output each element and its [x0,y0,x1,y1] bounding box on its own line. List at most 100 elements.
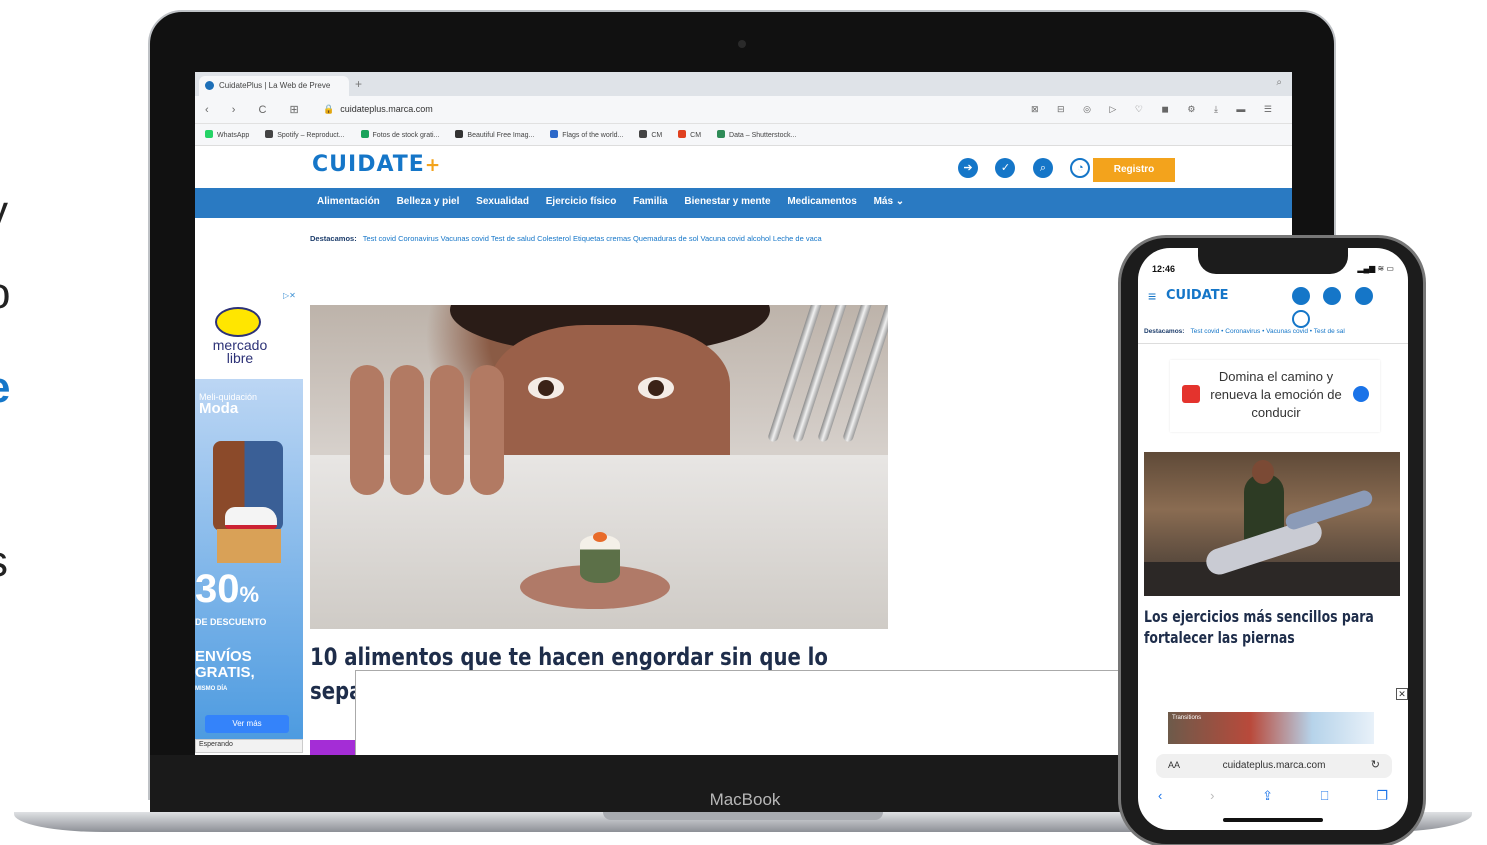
left-char: o [0,272,10,316]
phone-url-bar[interactable]: cuidateplus.marca.com AA ↻ [1156,754,1392,778]
phone-screen: 12:46 ▂▄▆ ≋ ▭ ≡ CUIDATE Destacamos: Test … [1138,248,1408,830]
share-icon[interactable]: ⇪ [1262,788,1273,804]
bookmark-icon [360,130,369,138]
nav-buttons[interactable]: ‹ › C ⊞ [205,103,309,116]
ad-text: Domina el camino y renueva la emoción de… [1210,369,1342,420]
extension-icons[interactable]: ⊠ ⊟ ◎ ▷ ♡ ◼ ⚙ ⤓ ▬ ☰ [1031,104,1280,115]
phone-logo[interactable]: CUIDATE [1166,288,1229,303]
tab-bar: CuidatePlus | La Web de Preve + ⌕ [195,72,1292,96]
ad-title: Meli-quidación Moda [199,392,258,417]
bookmarks-icon[interactable]: ⎕ [1321,788,1329,804]
sign-in-icon[interactable]: ➔ [958,158,978,178]
banner-text: Transitions [1172,715,1202,721]
browser-tab[interactable]: CuidatePlus | La Web de Preve [199,76,349,96]
laptop-notch [603,812,883,820]
box-image [217,529,281,563]
screenshot: y o e l s MacBook CuidatePlus | La Web d… [0,0,1487,845]
camera [738,40,746,48]
trending-label: Destacamos: [1144,328,1185,335]
phone-header: ≡ CUIDATE [1138,280,1408,328]
header-icons: ➔ ✓ ⌕ ◔ [958,158,1103,178]
signal-icons: ▂▄▆ ≋ ▭ [1357,264,1394,273]
trending-links[interactable]: Test covid • Coronavirus • Vacunas covid… [1190,328,1344,335]
phone-ad[interactable]: Domina el camino y renueva la emoción de… [1170,360,1380,432]
site-nav: Alimentación Belleza y piel Sexualidad E… [195,188,1292,218]
left-char: e [0,366,10,410]
phone-trending: Destacamos: Test covid • Coronavirus • Va… [1144,328,1345,335]
purple-bar [310,740,355,755]
tab-search-icon[interactable]: ⌕ [1276,77,1282,88]
check-icon[interactable]: ✓ [995,158,1016,178]
search-icon[interactable]: ⌕ [1032,158,1053,178]
ad-brand: mercado libre [212,337,268,366]
check-icon[interactable] [1323,287,1342,305]
hero-image[interactable] [310,305,888,629]
lock-icon: 🔒 [323,104,335,114]
nav-item-more[interactable]: Más ⌄ [874,196,905,207]
ad-banner[interactable]: ▷✕ mercado libre Meli-quidación Moda 30% … [195,287,303,755]
adchoices-icon[interactable]: ▷✕ [283,291,296,300]
left-char: s [0,540,8,584]
bookmark-icon [678,130,687,138]
search-icon[interactable] [1354,287,1373,305]
bookmark[interactable]: Beautiful Free Imag... [455,130,534,139]
phone-time: 12:46 [1152,264,1176,274]
bookmark[interactable]: WhatsApp [205,130,249,139]
article-image[interactable] [1144,452,1400,596]
bookmark[interactable]: Spotify – Reproduct... [265,130,345,139]
status-text: Esperando [195,739,303,753]
trending-bar: Destacamos: Test covid Coronavirus Vacuna… [310,234,822,243]
nav-item[interactable]: Medicamentos [787,196,856,207]
ad-arrow-icon[interactable] [1353,386,1369,402]
bookmark[interactable]: CM [639,130,662,139]
new-tab-button[interactable]: + [355,77,362,91]
menu-icon[interactable]: ≡ [1148,288,1156,304]
shoe-image [225,507,277,529]
back-icon[interactable]: ‹ [1158,788,1162,804]
phone-header-icons [1292,287,1408,333]
url-bar: ‹ › C ⊞ 🔒 cuidateplus.marca.com ⊠ ⊟ ◎ ▷ ♡… [195,96,1292,124]
tab-title: CuidatePlus | La Web de Preve [219,81,331,90]
tabs-icon[interactable]: ❐ [1376,788,1388,804]
trending-links[interactable]: Test covid Coronavirus Vacunas covid Tes… [363,234,822,243]
trending-label: Destacamos: [310,234,357,243]
phone-article-headline[interactable]: Los ejercicios más sencillos para fortal… [1144,606,1378,648]
user-icon[interactable] [1292,310,1310,328]
sign-in-icon[interactable] [1292,287,1310,305]
nav-item[interactable]: Belleza y piel [397,196,460,207]
address-field[interactable]: 🔒 cuidateplus.marca.com [323,104,433,115]
close-icon[interactable]: ✕ [1396,688,1408,700]
divider [1138,343,1408,344]
address-text: cuidateplus.marca.com [340,104,433,114]
register-button[interactable]: Registro [1093,158,1175,182]
bookmark[interactable]: Flags of the world... [550,130,623,139]
ad-shipping: ENVÍOS GRATIS, MISMO DÍA [195,648,255,693]
phone-notch [1198,248,1348,274]
nav-item[interactable]: Ejercicio físico [546,196,617,207]
ad-discount: 30% [195,567,260,611]
user-icon[interactable]: ◔ [1070,158,1091,178]
left-cropped-text: y o e l s [0,0,14,845]
bookmark-icon [455,130,464,138]
bookmark-icon [639,130,648,138]
bookmark-icon [205,130,213,138]
mercadolibre-logo-icon [215,307,261,337]
nav-item[interactable]: Familia [633,196,667,207]
phone-banner-ad[interactable]: Transitions [1168,712,1374,744]
ad-discount-text: DE DESCUENTO [195,617,267,627]
laptop-brand: MacBook [709,790,781,809]
phone-toolbar: ‹ › ⇪ ⎕ ❐ [1148,788,1398,804]
nav-item[interactable]: Bienestar y mente [684,196,770,207]
bookmark-icon [550,130,559,138]
text-size-button[interactable]: AA [1168,760,1180,770]
reload-icon[interactable]: ↻ [1371,758,1380,771]
nav-item[interactable]: Sexualidad [476,196,529,207]
ad-cta-button[interactable]: Ver más [205,715,289,733]
bookmark[interactable]: Fotos de stock grati... [360,130,439,139]
nav-item[interactable]: Alimentación [317,196,380,207]
bookmark[interactable]: CM [678,130,701,139]
bookmark-icon [717,130,726,138]
bookmark[interactable]: Data – Shutterstock... [717,130,796,139]
forward-icon[interactable]: › [1210,788,1214,804]
site-logo[interactable]: CUIDATE+ [312,152,441,177]
